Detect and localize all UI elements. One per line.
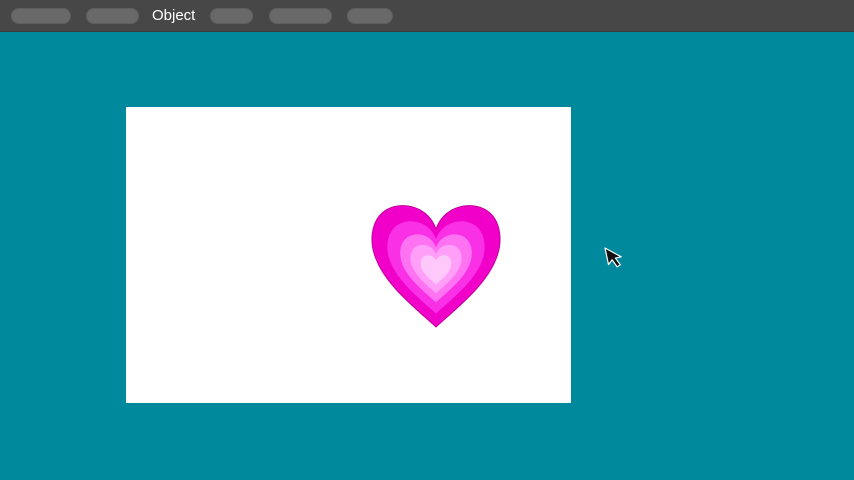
artboard[interactable] <box>126 107 571 403</box>
heart-icon[interactable] <box>370 201 502 329</box>
arrow-pointer-icon <box>604 247 622 268</box>
menu-item-object[interactable]: Object <box>152 7 195 25</box>
menu-item-6[interactable] <box>347 8 393 24</box>
canvas-workspace[interactable] <box>0 32 854 480</box>
menu-bar: Object <box>0 0 854 32</box>
menu-item-1[interactable] <box>11 8 71 24</box>
menu-item-2[interactable] <box>86 8 139 24</box>
menu-item-4[interactable] <box>210 8 253 24</box>
menu-item-5[interactable] <box>269 8 332 24</box>
